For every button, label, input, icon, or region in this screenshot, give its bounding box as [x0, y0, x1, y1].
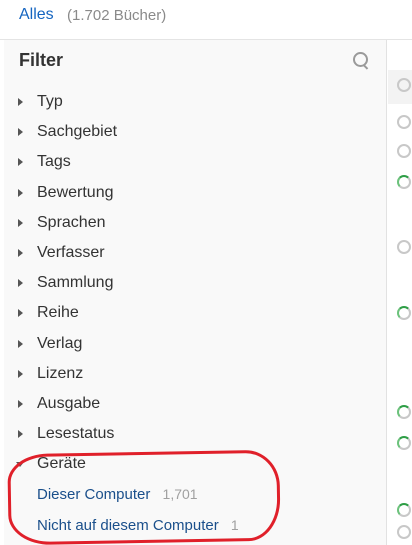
caret-right-icon: [18, 128, 23, 137]
caret-right-icon: [18, 188, 23, 197]
filter-item-verlag[interactable]: Verlag: [4, 329, 387, 359]
top-bar: Alles (1.702 Bücher): [0, 0, 412, 40]
loading-spinner-icon: [397, 306, 411, 320]
caret-right-icon: [18, 158, 23, 167]
filter-label: Bewertung: [37, 183, 114, 201]
caret-right-icon: [18, 218, 23, 227]
filter-item-ausgabe[interactable]: Ausgabe: [4, 389, 387, 419]
caret-right-icon: [18, 309, 23, 318]
filter-label: Verfasser: [37, 244, 105, 262]
filter-item-sachgebiet[interactable]: Sachgebiet: [4, 117, 387, 147]
caret-right-icon: [18, 279, 23, 288]
filter-item-verfasser[interactable]: Verfasser: [4, 238, 387, 268]
filter-label: Sammlung: [37, 274, 114, 292]
caret-right-icon: [18, 430, 23, 439]
filter-item-sprachen[interactable]: Sprachen: [4, 208, 387, 238]
filter-item-sammlung[interactable]: Sammlung: [4, 268, 387, 298]
filter-label: Ausgabe: [37, 394, 101, 412]
loading-spinner-icon: [397, 525, 411, 539]
filter-label: Typ: [37, 93, 63, 111]
book-count: (1.702 Bücher): [67, 7, 167, 24]
caret-right-icon: [18, 369, 23, 378]
loading-spinner-icon: [397, 78, 411, 92]
filter-label: Lesestatus: [37, 425, 115, 443]
caret-right-icon: [18, 249, 23, 258]
filter-item-lizenz[interactable]: Lizenz: [4, 359, 387, 389]
filter-panel-header: Filter: [4, 40, 387, 82]
caret-right-icon: [18, 399, 23, 408]
red-annotation-circle: [7, 449, 281, 545]
all-books-link[interactable]: Alles: [19, 6, 54, 24]
loading-spinner-icon: [397, 436, 411, 450]
loading-spinner-icon: [397, 405, 411, 419]
filter-item-typ[interactable]: Typ: [4, 87, 387, 117]
filter-label: Tags: [37, 153, 71, 171]
loading-spinner-icon: [397, 240, 411, 254]
filter-title: Filter: [19, 50, 64, 70]
filter-item-lesestatus[interactable]: Lesestatus: [4, 419, 387, 449]
caret-right-icon: [18, 339, 23, 348]
loading-spinner-icon: [397, 115, 411, 129]
filter-item-bewertung[interactable]: Bewertung: [4, 178, 387, 208]
search-icon[interactable]: [353, 52, 371, 70]
filter-label: Sachgebiet: [37, 123, 118, 141]
loading-spinner-icon: [397, 503, 411, 517]
filter-label: Sprachen: [37, 213, 106, 231]
book-list-strip: [388, 40, 412, 545]
filter-item-tags[interactable]: Tags: [4, 147, 387, 177]
filter-label: Verlag: [37, 334, 83, 352]
filter-label: Lizenz: [37, 364, 84, 382]
caret-right-icon: [18, 98, 23, 107]
filter-item-reihe[interactable]: Reihe: [4, 298, 387, 328]
filter-label: Reihe: [37, 304, 79, 322]
loading-spinner-icon: [397, 144, 411, 158]
loading-spinner-icon: [397, 175, 411, 189]
